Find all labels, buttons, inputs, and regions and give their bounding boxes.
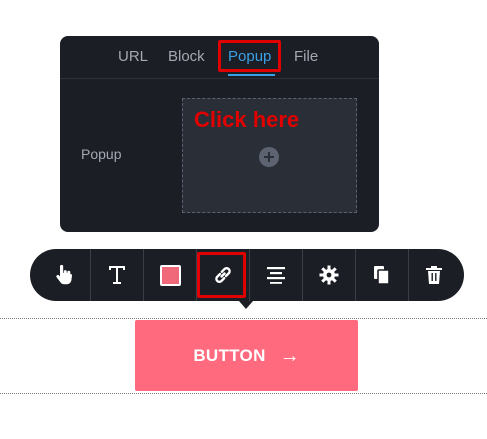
link-popover: URL Block Popup File Popup Click here xyxy=(60,36,379,232)
popup-field-label: Popup xyxy=(81,146,122,162)
duplicate-button[interactable] xyxy=(356,249,408,301)
duplicate-icon xyxy=(374,266,390,285)
text-button[interactable] xyxy=(91,249,143,301)
toolbar-pointer-arrow xyxy=(239,301,253,309)
color-button[interactable] xyxy=(144,249,196,301)
interaction-button[interactable] xyxy=(38,249,90,301)
arrow-right-icon: → xyxy=(279,344,300,367)
tab-file[interactable]: File xyxy=(294,48,318,66)
section-boundary-bottom xyxy=(0,393,487,394)
tab-block[interactable]: Block xyxy=(168,48,205,66)
hand-pointer-icon xyxy=(56,264,73,285)
settings-button[interactable] xyxy=(303,249,355,301)
tab-url[interactable]: URL xyxy=(118,48,148,66)
cta-button-label: BUTTON xyxy=(193,345,266,365)
text-icon xyxy=(109,266,125,284)
align-button[interactable] xyxy=(250,249,302,301)
annotation-highlight-tab xyxy=(218,40,281,72)
color-swatch-icon xyxy=(159,264,181,286)
annotation-click-here: Click here xyxy=(194,107,300,132)
align-center-icon xyxy=(267,267,285,284)
popup-select-dropzone[interactable]: Click here xyxy=(182,98,357,213)
element-toolbar xyxy=(30,249,464,309)
add-icon[interactable] xyxy=(259,147,279,167)
section-boundary-top xyxy=(0,318,487,319)
cta-button[interactable]: BUTTON → xyxy=(135,320,358,391)
link-type-tabs: URL Block Popup File xyxy=(60,36,379,79)
link-icon xyxy=(215,267,231,283)
delete-button[interactable] xyxy=(409,249,459,301)
gear-icon xyxy=(319,265,339,285)
active-tab-indicator xyxy=(228,74,275,76)
trash-icon xyxy=(426,266,442,284)
link-button[interactable] xyxy=(197,249,249,301)
